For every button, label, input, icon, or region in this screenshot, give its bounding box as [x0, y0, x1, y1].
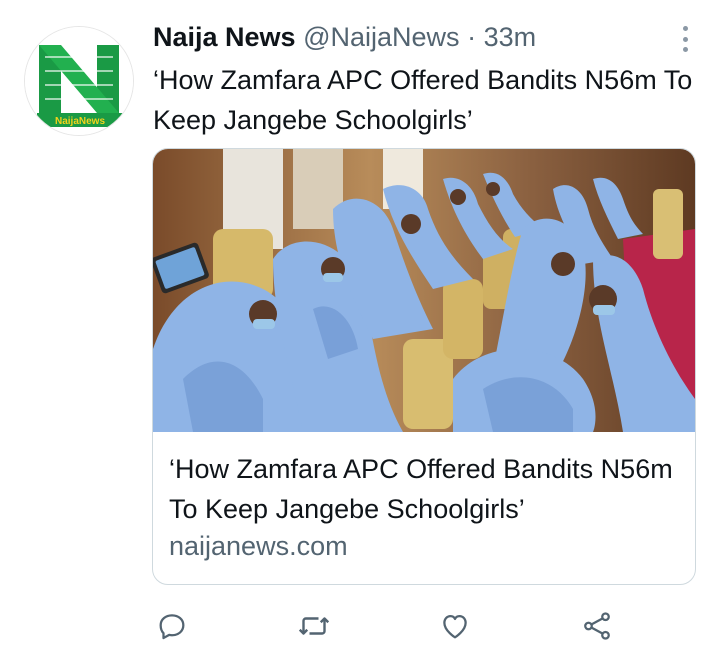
card-image	[153, 149, 695, 432]
avatar[interactable]: NaijaNews	[24, 26, 134, 136]
tweet-header: Naija News @NaijaNews · 33m	[153, 22, 536, 53]
more-options-icon[interactable]	[680, 26, 690, 52]
retweet-button[interactable]	[294, 606, 334, 646]
tweet-text: ‘How Zamfara APC Offered Bandits N56m To…	[153, 65, 693, 135]
heart-icon	[443, 614, 467, 639]
reply-button[interactable]	[152, 606, 192, 646]
avatar-logo-text: NaijaNews	[55, 116, 105, 127]
share-icon	[584, 612, 610, 640]
link-card[interactable]: ‘How Zamfara APC Offered Bandits N56m To…	[152, 148, 696, 585]
naija-news-logo: NaijaNews	[25, 27, 133, 135]
retweet-icon	[298, 617, 330, 635]
reply-icon	[159, 614, 185, 640]
separator-dot: ·	[467, 22, 477, 52]
tweet-actions	[152, 606, 622, 646]
author-name[interactable]: Naija News	[153, 22, 296, 52]
card-title: ‘How Zamfara APC Offered Bandits N56m To…	[169, 454, 673, 524]
card-domain: naijanews.com	[169, 531, 348, 561]
share-button[interactable]	[577, 606, 617, 646]
like-button[interactable]	[435, 606, 475, 646]
tweet-time[interactable]: 33m	[484, 22, 537, 52]
author-handle[interactable]: @NaijaNews	[303, 22, 459, 52]
